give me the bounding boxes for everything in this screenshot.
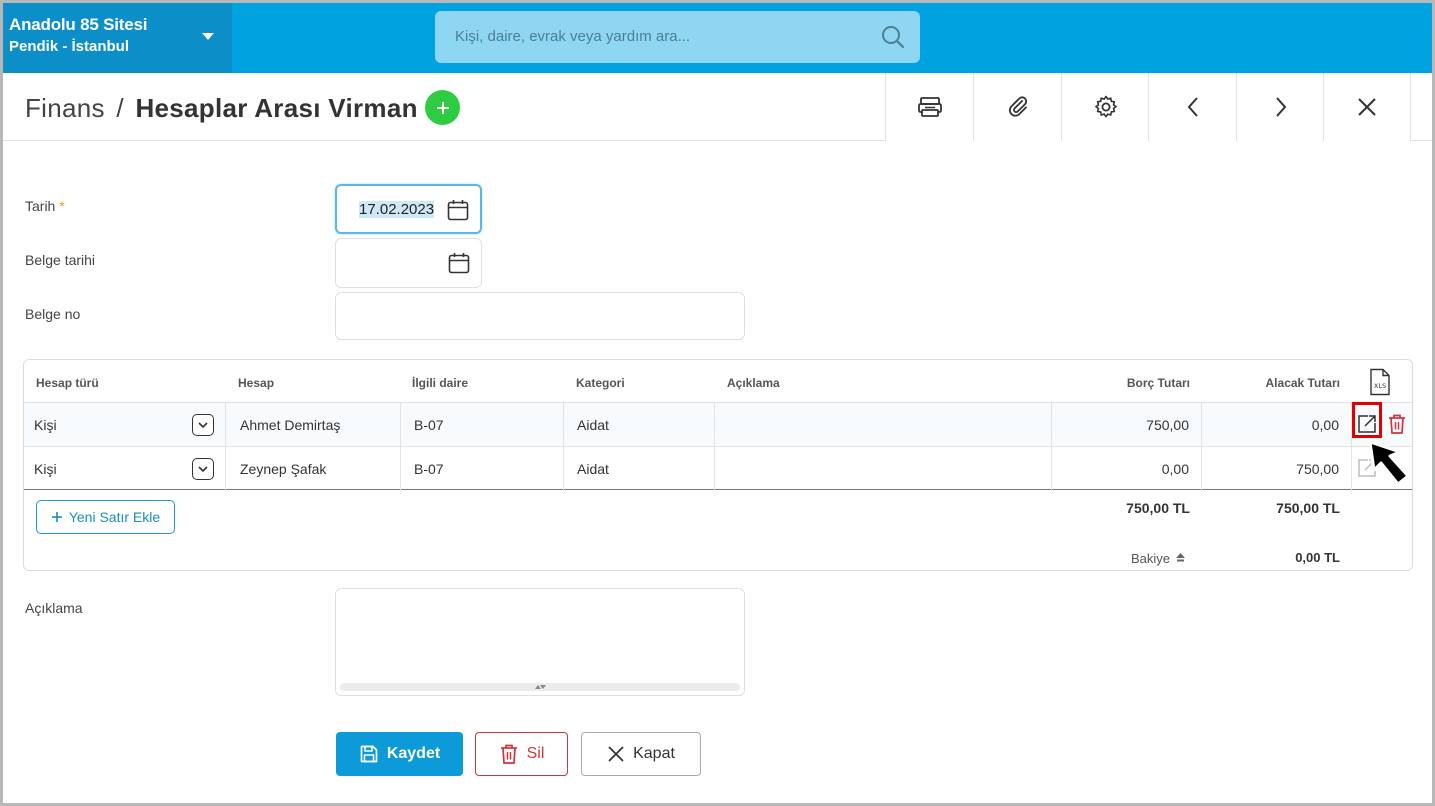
- cell-debit[interactable]: 750,00: [1051, 403, 1201, 447]
- total-credit: 750,00 TL: [1276, 500, 1340, 516]
- description-label: Açıklama: [25, 600, 83, 616]
- search-placeholder: Kişi, daire, evrak veya yardım ara...: [455, 28, 691, 45]
- cell-debit[interactable]: 0,00: [1051, 447, 1201, 491]
- close-icon: [608, 746, 624, 762]
- close-button[interactable]: Kapat: [581, 732, 701, 776]
- app-window: Anadolu 85 Sitesi Pendik - İstanbul Kişi…: [0, 0, 1435, 806]
- add-row-label: Yeni Satır Ekle: [68, 509, 161, 525]
- cell-unit[interactable]: B-07: [400, 403, 563, 447]
- doc-date-field[interactable]: [335, 238, 482, 288]
- print-button[interactable]: [885, 73, 973, 141]
- mouse-pointer-icon: [1368, 440, 1420, 493]
- cell-description[interactable]: [714, 403, 1051, 447]
- close-window-button[interactable]: [1323, 73, 1411, 141]
- doc-date-label: Belge tarihi: [25, 252, 96, 268]
- search-input[interactable]: Kişi, daire, evrak veya yardım ara...: [435, 11, 920, 63]
- col-header-unit: İlgili daire: [412, 376, 469, 390]
- breadcrumb: Finans / Hesaplar Arası Virman: [25, 93, 418, 124]
- svg-text:XLS: XLS: [1374, 382, 1386, 390]
- col-header-credit: Alacak Tutarı: [1265, 376, 1340, 390]
- site-location: Pendik - İstanbul: [9, 38, 130, 55]
- close-label: Kapat: [633, 745, 675, 762]
- add-new-button[interactable]: [425, 90, 460, 125]
- cell-credit[interactable]: 0,00: [1201, 403, 1351, 447]
- sort-icon: [1175, 553, 1185, 562]
- total-debit: 750,00 TL: [1126, 500, 1190, 516]
- previous-button[interactable]: [1148, 73, 1236, 141]
- cell-description[interactable]: [714, 447, 1051, 491]
- transactions-table: Hesap türü Hesap İlgili daire Kategori A…: [23, 359, 1413, 571]
- balance-label-text: Bakiye: [1131, 551, 1171, 566]
- col-header-description: Açıklama: [727, 376, 780, 390]
- trash-icon: [500, 744, 517, 764]
- chevron-down-icon[interactable]: [192, 458, 214, 480]
- plus-icon: [51, 512, 62, 522]
- doc-no-label: Belge no: [25, 306, 81, 322]
- save-button[interactable]: Kaydet: [336, 732, 463, 776]
- cell-unit[interactable]: B-07: [400, 447, 563, 491]
- trash-icon[interactable]: [1387, 413, 1407, 440]
- page-header: Finans / Hesaplar Arası Virman: [3, 73, 1432, 141]
- balance-value: 0,00 TL: [1295, 550, 1340, 565]
- search-icon[interactable]: [880, 24, 906, 55]
- date-label-text: Tarih: [25, 198, 56, 214]
- delete-button[interactable]: Sil: [475, 732, 568, 776]
- print-icon: [917, 97, 942, 117]
- col-header-category: Kategori: [576, 376, 625, 390]
- caret-down-icon: [202, 33, 214, 40]
- date-field[interactable]: 17.02.2023: [335, 184, 482, 234]
- attach-button[interactable]: [973, 73, 1061, 141]
- date-label: Tarih *: [25, 198, 65, 214]
- resize-icon: [535, 685, 546, 689]
- settings-icon: [1094, 95, 1117, 118]
- col-header-account: Hesap: [238, 376, 275, 390]
- attach-icon: [1008, 96, 1027, 117]
- col-header-debit: Borç Tutarı: [1126, 376, 1190, 390]
- save-icon: [360, 745, 378, 763]
- calendar-icon[interactable]: [447, 251, 471, 280]
- cell-account[interactable]: Zeynep Şafak: [225, 447, 400, 491]
- table-row[interactable]: Kişi Ahmet Demirtaş B-07 Aidat 750,00 0,…: [24, 402, 1412, 447]
- settings-button[interactable]: [1061, 73, 1149, 141]
- calendar-icon[interactable]: [446, 198, 470, 227]
- doc-no-field[interactable]: [335, 292, 745, 340]
- cell-category[interactable]: Aidat: [563, 447, 714, 491]
- top-bar: Anadolu 85 Sitesi Pendik - İstanbul Kişi…: [3, 3, 1432, 73]
- cell-account[interactable]: Ahmet Demirtaş: [225, 403, 400, 447]
- col-header-account-type: Hesap türü: [36, 376, 99, 390]
- next-button[interactable]: [1236, 73, 1324, 141]
- chevron-down-icon[interactable]: [192, 414, 214, 436]
- resize-handle[interactable]: [340, 683, 740, 691]
- site-selector[interactable]: Anadolu 85 Sitesi Pendik - İstanbul: [3, 3, 232, 73]
- site-name: Anadolu 85 Sitesi: [9, 15, 148, 34]
- breadcrumb-parent[interactable]: Finans: [25, 93, 105, 123]
- required-marker: *: [59, 198, 65, 214]
- page-title: Hesaplar Arası Virman: [135, 93, 418, 123]
- plus-icon: [436, 101, 449, 114]
- add-row-button[interactable]: Yeni Satır Ekle: [36, 500, 175, 534]
- open-external-icon[interactable]: [1356, 413, 1378, 440]
- description-textarea[interactable]: [335, 588, 745, 696]
- xls-icon[interactable]: XLS: [1368, 368, 1392, 401]
- chevron-left-icon: [1187, 97, 1198, 117]
- chevron-right-icon: [1275, 97, 1286, 117]
- cell-category[interactable]: Aidat: [563, 403, 714, 447]
- breadcrumb-separator: /: [116, 93, 124, 123]
- delete-label: Sil: [526, 745, 545, 762]
- save-label: Kaydet: [386, 745, 441, 762]
- cell-credit[interactable]: 750,00: [1201, 447, 1351, 491]
- balance-label: Bakiye: [1131, 551, 1185, 566]
- date-value: 17.02.2023: [359, 201, 435, 218]
- close-icon: [1358, 98, 1376, 116]
- table-row[interactable]: Kişi Zeynep Şafak B-07 Aidat 0,00 750,00: [24, 446, 1412, 491]
